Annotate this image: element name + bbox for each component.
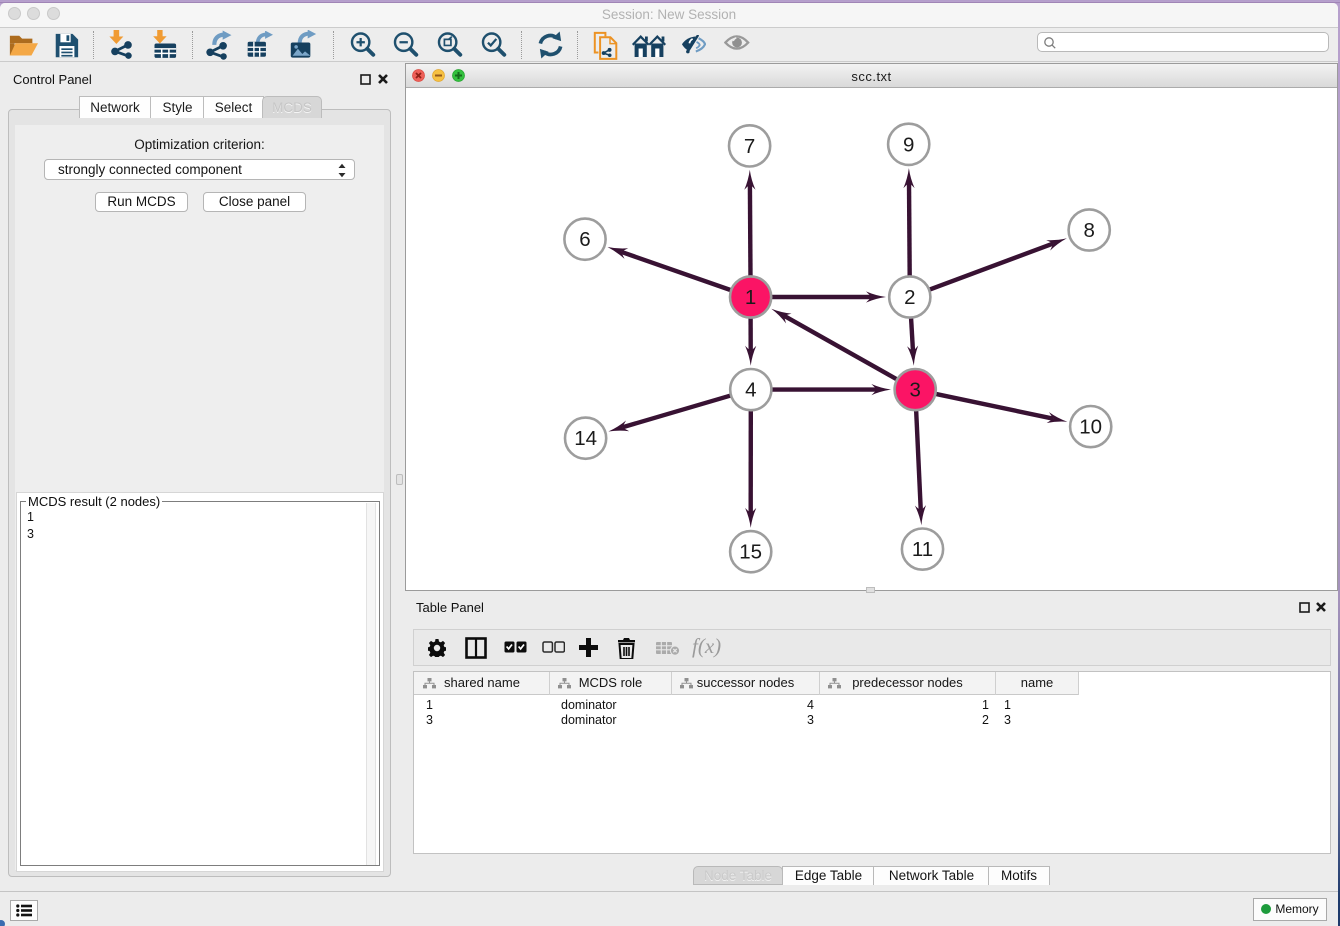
svg-text:1: 1: [745, 286, 756, 309]
svg-text:4: 4: [745, 379, 756, 402]
svg-text:7: 7: [744, 135, 755, 158]
svg-text:2: 2: [904, 286, 915, 309]
svg-text:3: 3: [909, 379, 920, 402]
svg-text:9: 9: [903, 133, 914, 156]
svg-text:15: 15: [739, 541, 762, 564]
svg-text:6: 6: [579, 228, 590, 251]
svg-text:8: 8: [1083, 219, 1094, 242]
svg-text:10: 10: [1079, 416, 1102, 439]
svg-text:11: 11: [912, 538, 933, 561]
svg-text:14: 14: [574, 427, 597, 450]
